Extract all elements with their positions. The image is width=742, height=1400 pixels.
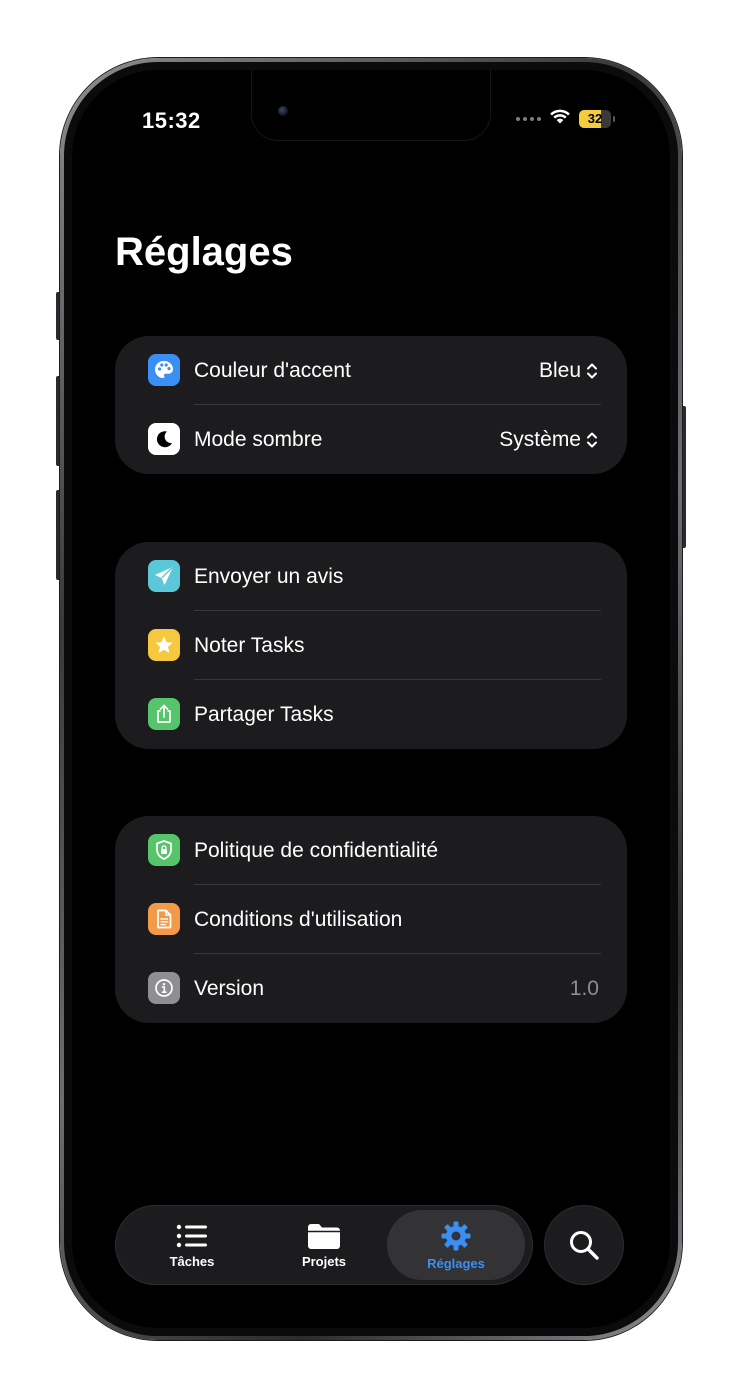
lock-shield-icon <box>148 834 180 866</box>
row-rate-app[interactable]: Noter Tasks <box>115 611 627 680</box>
gear-icon <box>441 1221 471 1250</box>
appearance-group: Couleur d'accent Bleu Mode sombre Systèm… <box>115 336 627 474</box>
dark-mode-picker[interactable]: Système <box>499 405 599 474</box>
tab-label: Projets <box>301 1253 347 1269</box>
status-time: 15:32 <box>142 108 201 133</box>
row-label: Noter Tasks <box>194 634 305 657</box>
share-icon <box>148 698 180 730</box>
row-label: Version <box>194 977 265 1000</box>
row-label: Envoyer un avis <box>194 565 344 588</box>
paperplane-icon <box>148 560 180 592</box>
front-camera <box>278 106 288 116</box>
feedback-group: Envoyer un avis Noter Tasks Partager Tas… <box>115 542 627 749</box>
battery-icon: 32 <box>579 109 611 128</box>
row-label: Conditions d'utilisation <box>194 908 403 931</box>
wifi-icon <box>549 108 571 129</box>
row-label: Mode sombre <box>194 428 323 451</box>
status-icons: 32 <box>516 108 615 129</box>
tab-settings[interactable]: Réglages <box>387 1210 525 1280</box>
search-icon <box>570 1231 599 1260</box>
list-icon <box>176 1224 207 1247</box>
row-label: Politique de confidentialité <box>194 839 439 862</box>
page-title: Réglages <box>115 230 293 274</box>
moon-icon <box>148 423 180 455</box>
palette-icon <box>148 354 180 386</box>
row-privacy-policy[interactable]: Politique de confidentialité <box>115 816 627 885</box>
tab-projects[interactable]: Projets <box>255 1210 393 1280</box>
cellular-signal-icon <box>516 116 541 121</box>
chevron-up-down-icon <box>587 432 597 447</box>
row-value: 1.0 <box>569 976 599 1000</box>
folder-icon <box>308 1223 340 1249</box>
screen: 15:32 32 Réglages Couleur d'accent Bleu … <box>72 70 670 1328</box>
row-value: Système <box>499 427 581 451</box>
version-value: 1.0 <box>570 954 599 1023</box>
row-label: Partager Tasks <box>194 703 334 726</box>
info-icon <box>148 972 180 1004</box>
search-button[interactable] <box>544 1205 624 1285</box>
tab-bar: Tâches Projets Réglages <box>115 1205 533 1285</box>
legal-group: Politique de confidentialité Conditions … <box>115 816 627 1023</box>
row-share-app[interactable]: Partager Tasks <box>115 680 627 749</box>
document-icon <box>148 903 180 935</box>
notch <box>252 70 490 140</box>
chevron-up-down-icon <box>587 363 597 378</box>
tab-label: Tâches <box>169 1253 215 1269</box>
row-label: Couleur d'accent <box>194 359 351 382</box>
accent-color-picker[interactable]: Bleu <box>539 336 599 405</box>
battery-level: 32 <box>587 111 603 126</box>
tab-label: Réglages <box>427 1255 485 1271</box>
row-dark-mode[interactable]: Mode sombre Système <box>115 405 627 474</box>
row-version: Version 1.0 <box>115 954 627 1023</box>
row-terms-of-use[interactable]: Conditions d'utilisation <box>115 885 627 954</box>
row-value: Bleu <box>538 358 581 382</box>
row-send-feedback[interactable]: Envoyer un avis <box>115 542 627 611</box>
star-icon <box>148 629 180 661</box>
tab-tasks[interactable]: Tâches <box>123 1210 261 1280</box>
row-accent-color[interactable]: Couleur d'accent Bleu <box>115 336 627 405</box>
